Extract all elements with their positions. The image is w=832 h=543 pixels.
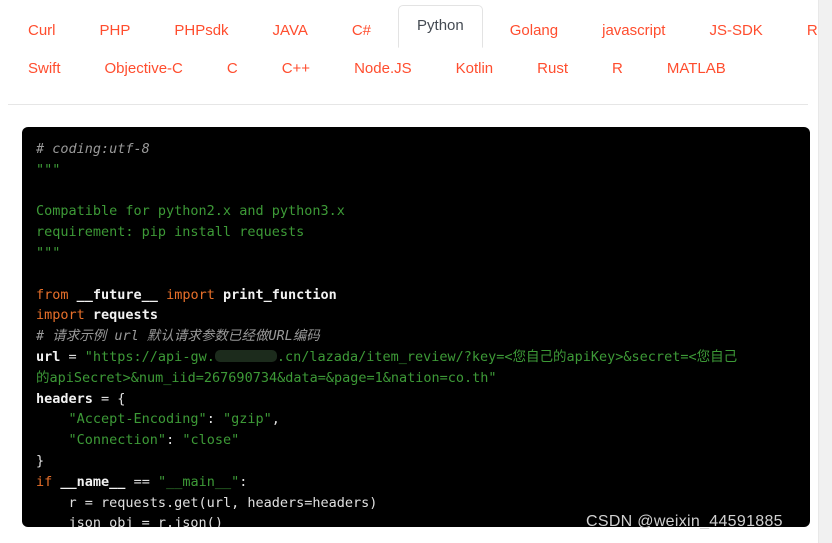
token-header-value-close: "close" [182, 432, 240, 449]
token-name-print-function: print_function [223, 286, 337, 303]
token-module-future: __future__ [76, 286, 158, 303]
token-headers-open-brace: = { [92, 390, 126, 407]
code-line-request-get: r = requests.get(url, headers=headers) [36, 493, 810, 514]
tab-curl[interactable]: Curl [13, 14, 71, 48]
code-line-url-2: 的apiSecret>&num_iid=267690734&data=&page… [36, 368, 810, 389]
token-op-equality: == [125, 473, 158, 490]
code-sample-block: # coding:utf-8 """ Compatible for python2… [22, 127, 810, 527]
token-var-url: url [36, 348, 61, 365]
token-docstring-line-1: Compatible for python2.x and python3.x [36, 203, 345, 220]
token-url-part-2: .cn/lazada/item_review/?key=<您自己的apiKey>… [276, 348, 738, 365]
code-line-header-connection: "Connection": "close" [36, 430, 810, 451]
code-line-blank-1 [36, 181, 810, 202]
csdn-watermark: CSDN @weixin_44591885 [586, 513, 783, 530]
code-line-docstring-2: requirement: pip install requests [36, 222, 810, 243]
token-url-part-3: 的apiSecret>&num_iid=267690734&data=&page… [36, 369, 497, 386]
code-line-if-main: if __name__ == "__main__": [36, 472, 810, 493]
tab-swift[interactable]: Swift [13, 52, 76, 86]
code-sample-text: # coding:utf-8 """ Compatible for python2… [36, 139, 810, 527]
tab-r[interactable]: R [597, 52, 638, 86]
tab-objective-c[interactable]: Objective-C [90, 52, 198, 86]
page-scrollbar[interactable] [818, 0, 832, 543]
tab-php[interactable]: PHP [85, 14, 146, 48]
tab-phpsdk[interactable]: PHPsdk [159, 14, 243, 48]
tab-java[interactable]: JAVA [258, 14, 323, 48]
token-header-key-accept-encoding: "Accept-Encoding" [68, 411, 207, 428]
tab-js-sdk[interactable]: JS-SDK [694, 14, 777, 48]
token-string-main: "__main__" [157, 473, 240, 490]
tab-csharp[interactable]: C# [337, 14, 386, 48]
tab-kotlin[interactable]: Kotlin [441, 52, 509, 86]
token-body-json-obj: json_obj = r.json() [68, 515, 223, 527]
token-name-requests: requests [92, 307, 158, 324]
token-keyword-import-1: import [166, 286, 215, 303]
token-header-value-gzip: "gzip" [222, 411, 272, 428]
tab-golang[interactable]: Golang [495, 14, 573, 48]
token-comment-encoding: # coding:utf-8 [36, 141, 150, 157]
token-header-colon-2: : [166, 432, 183, 449]
language-tab-row-1: Curl PHP PHPsdk JAVA C# Python Golang ja… [0, 0, 832, 48]
tab-python[interactable]: Python [398, 5, 483, 48]
token-keyword-if: if [36, 473, 53, 490]
code-line-blank-2 [36, 264, 810, 285]
language-tab-row-2: Swift Objective-C C C++ Node.JS Kotlin R… [0, 48, 818, 90]
code-line-headers-close: } [36, 451, 810, 472]
token-url-part-1: "https://api-gw. [84, 348, 215, 365]
code-line-comment-encoding: # coding:utf-8 [36, 139, 810, 160]
code-line-docstring-1: Compatible for python2.x and python3.x [36, 201, 810, 222]
tab-javascript[interactable]: javascript [587, 14, 680, 48]
token-body-request-get: r = requests.get(url, headers=headers) [68, 494, 378, 511]
code-line-import-requests: import requests [36, 305, 810, 326]
token-op-assign-url: = [60, 348, 85, 365]
token-docstring-open: """ [36, 161, 61, 178]
code-line-import-future: from __future__ import print_function [36, 285, 810, 306]
code-line-headers-open: headers = { [36, 389, 810, 410]
token-keyword-import-2: import [36, 307, 85, 324]
tab-rust[interactable]: Rust [522, 52, 583, 86]
token-header-key-connection: "Connection" [68, 432, 167, 449]
token-var-headers: headers [36, 390, 93, 407]
code-line-url-1: url = "https://api-gw. .cn/lazada/item_re… [36, 347, 810, 368]
code-line-comment-url: # 请求示例 url 默认请求参数已经做URL编码 [36, 326, 810, 347]
page-root: Curl PHP PHPsdk JAVA C# Python Golang ja… [0, 0, 832, 543]
tab-matlab[interactable]: MATLAB [652, 52, 741, 86]
token-colon-if: : [239, 473, 248, 490]
tab-bar-divider [8, 104, 808, 105]
language-tab-bar: Curl PHP PHPsdk JAVA C# Python Golang ja… [0, 0, 832, 90]
token-header-colon-1: : [206, 411, 223, 428]
token-docstring-line-2: requirement: pip install requests [36, 224, 305, 241]
token-comment-url: # 请求示例 url 默认请求参数已经做URL编码 [36, 328, 320, 345]
tab-cpp[interactable]: C++ [267, 52, 325, 86]
tab-c[interactable]: C [212, 52, 253, 86]
code-line-docstring-close: """ [36, 243, 810, 264]
tab-nodejs[interactable]: Node.JS [339, 52, 427, 86]
code-line-header-accept-encoding: "Accept-Encoding": "gzip", [36, 409, 810, 430]
code-line-docstring-open: """ [36, 160, 810, 181]
token-headers-close-brace: } [36, 452, 45, 469]
token-header-comma: , [271, 411, 280, 428]
token-keyword-from: from [36, 286, 69, 303]
redaction-bar-domain [214, 349, 277, 362]
token-docstring-close: """ [36, 244, 61, 261]
token-dunder-name: __name__ [60, 473, 126, 490]
